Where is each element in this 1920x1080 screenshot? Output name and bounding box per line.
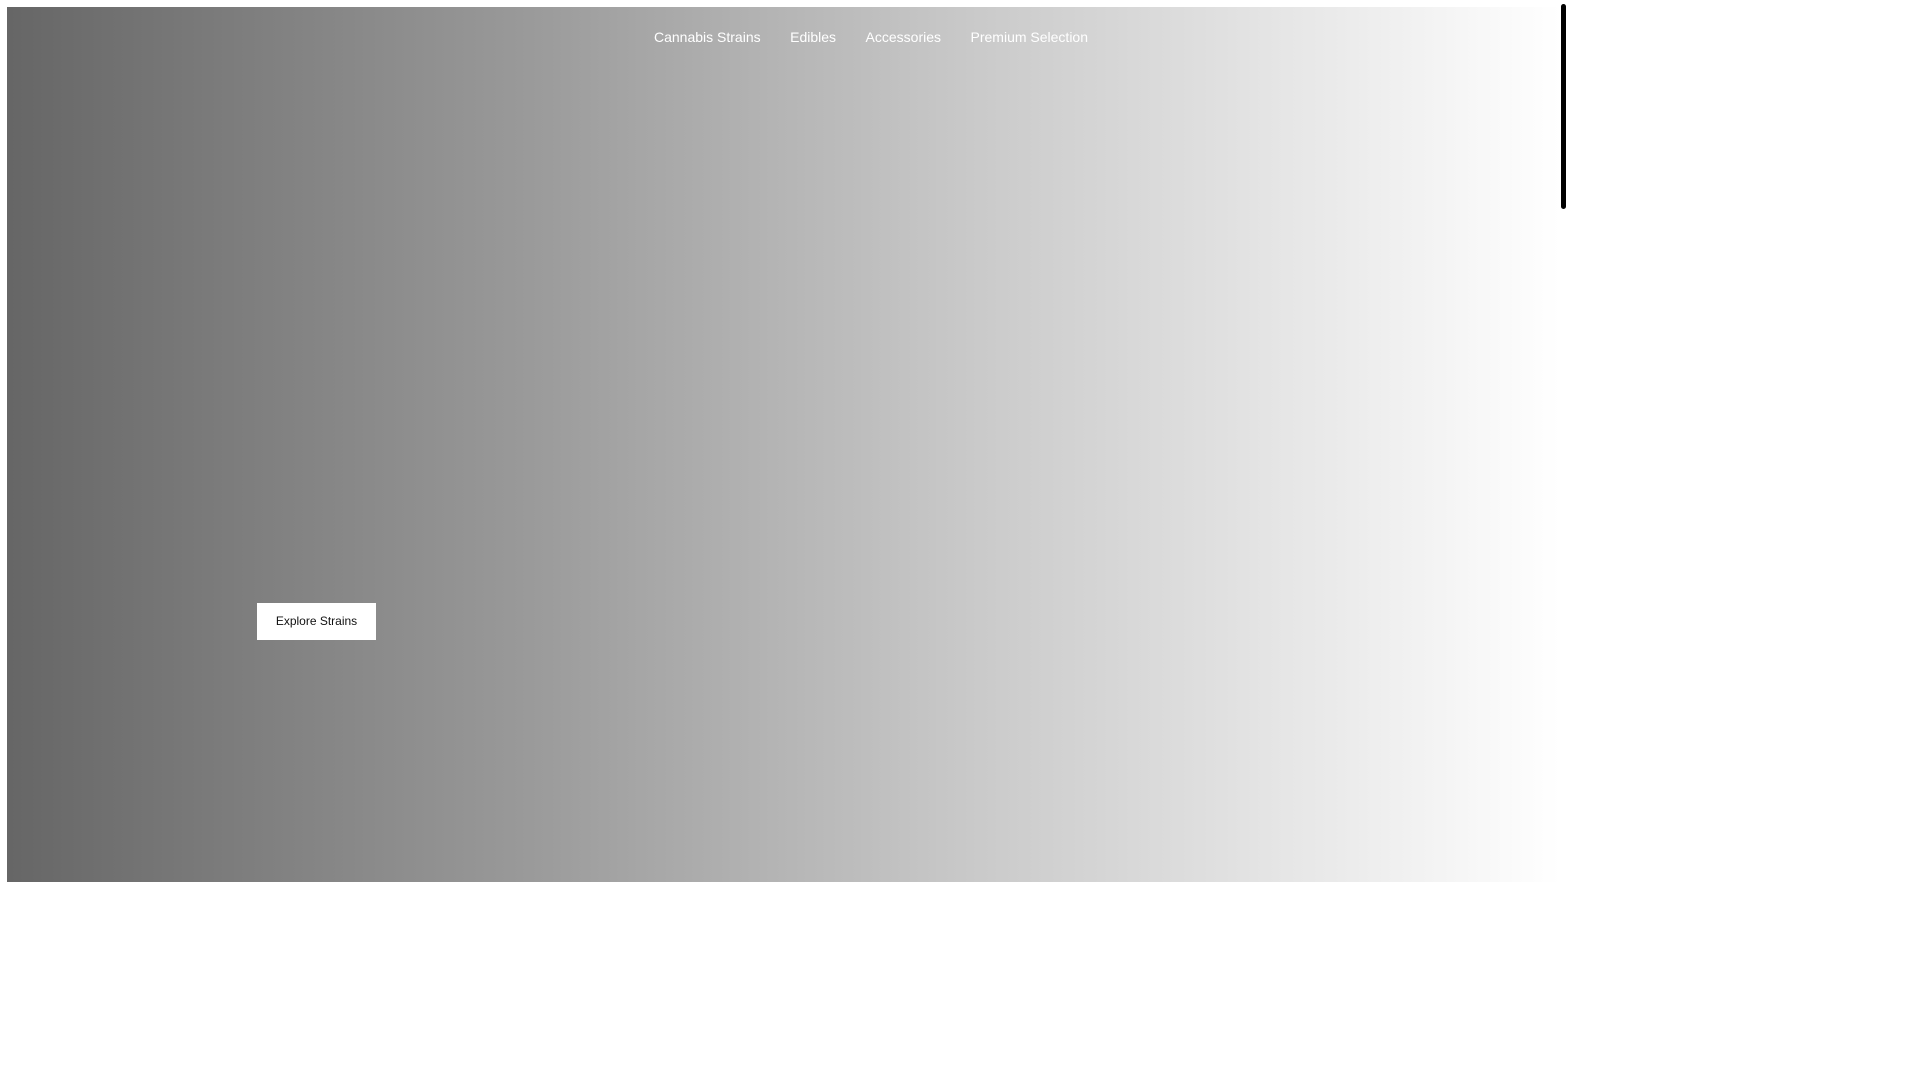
- top-navigation: Cannabis Strains Edibles Accessories Pre…: [7, 7, 1560, 67]
- nav-link-premium-selection[interactable]: Premium Selection: [971, 29, 1089, 45]
- hero-section: Cannabis Strains Edibles Accessories Pre…: [7, 7, 1560, 882]
- nav-link-cannabis-strains[interactable]: Cannabis Strains: [654, 29, 761, 45]
- scrollbar-thumb[interactable]: [1561, 4, 1566, 209]
- nav-link-accessories[interactable]: Accessories: [866, 29, 941, 45]
- explore-strains-button[interactable]: Explore Strains: [257, 603, 376, 640]
- nav-list: Cannabis Strains Edibles Accessories Pre…: [654, 29, 1088, 45]
- nav-link-edibles[interactable]: Edibles: [790, 29, 836, 45]
